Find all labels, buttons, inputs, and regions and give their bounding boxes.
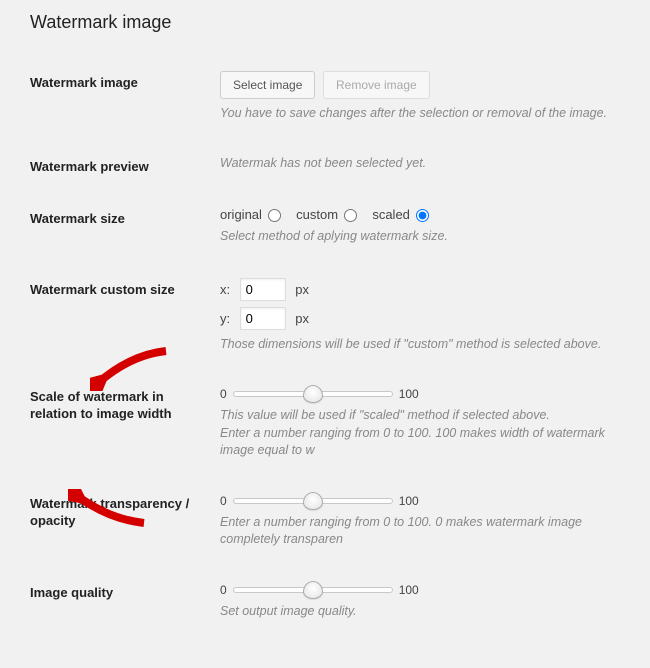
size-option-original-label: original bbox=[220, 207, 262, 222]
scale-slider-max: 100 bbox=[399, 387, 419, 401]
custom-size-y-row: y: px bbox=[220, 307, 634, 330]
custom-size-x-unit: px bbox=[295, 282, 309, 297]
custom-size-y-input[interactable] bbox=[240, 307, 286, 330]
preview-desc: Watermak has not been selected yet. bbox=[220, 155, 634, 173]
quality-slider[interactable]: 0 100 bbox=[220, 583, 634, 597]
section-title: Watermark image bbox=[30, 12, 634, 33]
quality-slider-min: 0 bbox=[220, 583, 227, 597]
row-label-preview: Watermark preview bbox=[30, 141, 220, 194]
quality-slider-handle[interactable] bbox=[303, 581, 323, 599]
scale-desc1: This value will be used if "scaled" meth… bbox=[220, 407, 634, 425]
transparency-desc: Enter a number ranging from 0 to 100. 0 … bbox=[220, 514, 634, 549]
transparency-slider-handle[interactable] bbox=[303, 492, 323, 510]
size-option-original[interactable]: original bbox=[220, 207, 284, 222]
custom-size-x-input[interactable] bbox=[240, 278, 286, 301]
custom-size-desc: Those dimensions will be used if "custom… bbox=[220, 336, 634, 354]
transparency-slider-track[interactable] bbox=[233, 498, 393, 504]
row-label-quality: Image quality bbox=[30, 567, 220, 639]
custom-size-x-label: x: bbox=[220, 282, 236, 297]
size-option-custom-label: custom bbox=[296, 207, 338, 222]
row-label-transparency: Watermark transparency / opacity bbox=[30, 478, 220, 567]
quality-desc: Set output image quality. bbox=[220, 603, 634, 621]
quality-slider-max: 100 bbox=[399, 583, 419, 597]
size-radio-group: original custom scaled bbox=[220, 207, 634, 222]
select-image-button[interactable]: Select image bbox=[220, 71, 315, 99]
scale-desc2: Enter a number ranging from 0 to 100. 10… bbox=[220, 425, 634, 460]
scale-slider-track[interactable] bbox=[233, 391, 393, 397]
row-label-scale: Scale of watermark in relation to image … bbox=[30, 371, 220, 478]
watermark-image-desc: You have to save changes after the selec… bbox=[220, 105, 634, 123]
size-option-custom[interactable]: custom bbox=[296, 207, 360, 222]
scale-slider-handle[interactable] bbox=[303, 385, 323, 403]
settings-table: Watermark image Select image Remove imag… bbox=[30, 57, 634, 638]
scale-slider-min: 0 bbox=[220, 387, 227, 401]
row-label-custom-size: Watermark custom size bbox=[30, 264, 220, 372]
row-label-size: Watermark size bbox=[30, 193, 220, 264]
quality-slider-track[interactable] bbox=[233, 587, 393, 593]
custom-size-y-unit: px bbox=[295, 311, 309, 326]
size-radio-original[interactable] bbox=[268, 209, 281, 222]
custom-size-y-label: y: bbox=[220, 311, 236, 326]
row-label-watermark-image: Watermark image bbox=[30, 57, 220, 141]
size-option-scaled[interactable]: scaled bbox=[372, 207, 428, 222]
transparency-slider-min: 0 bbox=[220, 494, 227, 508]
size-option-scaled-label: scaled bbox=[372, 207, 410, 222]
remove-image-button[interactable]: Remove image bbox=[323, 71, 430, 99]
transparency-slider[interactable]: 0 100 bbox=[220, 494, 634, 508]
size-desc: Select method of aplying watermark size. bbox=[220, 228, 634, 246]
custom-size-x-row: x: px bbox=[220, 278, 634, 301]
size-radio-scaled[interactable] bbox=[416, 209, 429, 222]
transparency-slider-max: 100 bbox=[399, 494, 419, 508]
scale-slider[interactable]: 0 100 bbox=[220, 387, 634, 401]
size-radio-custom[interactable] bbox=[344, 209, 357, 222]
